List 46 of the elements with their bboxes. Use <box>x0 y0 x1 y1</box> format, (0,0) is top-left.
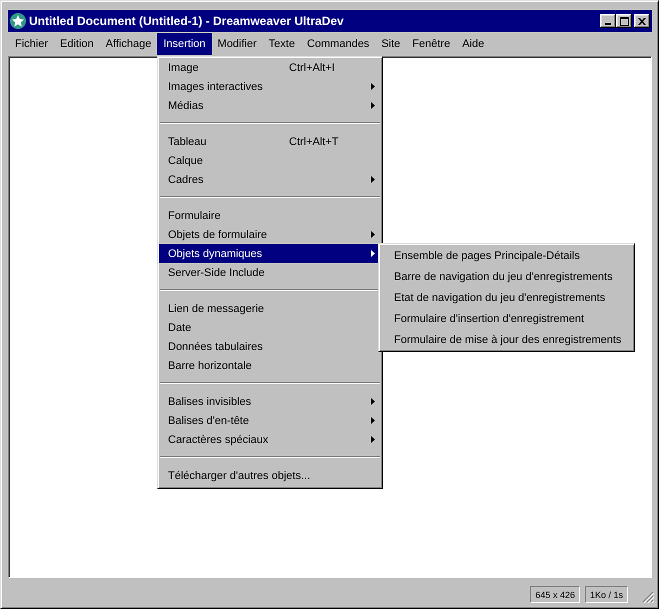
menu-item[interactable]: Balises d'en-tête <box>159 411 381 430</box>
maximize-button[interactable] <box>616 14 632 28</box>
menu-item[interactable]: Balises invisibles <box>159 392 381 411</box>
submenu-item[interactable]: Formulaire de mise à jour des enregistrements <box>380 329 634 350</box>
menu-bar-item[interactable]: Site <box>375 33 406 55</box>
menu-item[interactable]: Date <box>159 318 381 337</box>
menu-item[interactable]: Objets de formulaire <box>159 225 381 244</box>
minimize-button[interactable] <box>600 14 616 28</box>
menu-item[interactable]: Télécharger d'autres objets... <box>159 466 381 485</box>
menu-bar-item[interactable]: Aide <box>456 33 490 55</box>
menu-bar-item[interactable]: Modifier <box>212 33 263 55</box>
minimize-icon <box>605 23 611 25</box>
menu-bar-item[interactable]: Edition <box>54 33 100 55</box>
submenu-item[interactable]: Barre de navigation du jeu d'enregistrements <box>380 266 634 287</box>
menu-item[interactable]: Images interactives <box>159 77 381 96</box>
menu-item[interactable]: Objets dynamiques <box>159 244 381 263</box>
menu-item[interactable]: Server-Side Include <box>159 263 381 282</box>
menu-bar-item[interactable]: Fenêtre <box>406 33 456 55</box>
menu-item[interactable]: Calque <box>159 151 381 170</box>
menu-item[interactable]: Lien de messagerie <box>159 299 381 318</box>
menu-item[interactable]: Données tabulaires <box>159 337 381 356</box>
menu-bar-item[interactable]: Commandes <box>300 33 376 55</box>
close-icon <box>638 18 646 24</box>
window-size-indicator: 645 x 426 <box>530 586 580 603</box>
window-title: Untitled Document (Untitled-1) - Dreamweaver UltraDev <box>29 14 345 28</box>
download-time-indicator: 1Ko / 1s <box>584 586 628 603</box>
submenu-item[interactable]: Ensemble de pages Principale-Détails <box>380 245 634 266</box>
menu-bar-item[interactable]: Insertion <box>157 33 212 55</box>
menu-item[interactable]: Caractères spéciaux <box>159 430 381 449</box>
submenu-item[interactable]: Etat de navigation du jeu d'enregistrements <box>380 287 634 308</box>
shortcut-text: Ctrl+Alt+T <box>289 136 340 148</box>
menu-item[interactable]: Formulaire <box>159 206 381 225</box>
menu-item[interactable]: Médias <box>159 96 381 115</box>
menu-bar-item[interactable]: Fichier <box>9 33 54 55</box>
submenu-item[interactable]: Formulaire d'insertion d'enregistrement <box>380 308 634 329</box>
menu-item[interactable]: Tableau Ctrl+Alt+T <box>159 132 381 151</box>
menu-item[interactable]: Barre horizontale <box>159 356 381 375</box>
menu-bar-item[interactable]: Texte <box>262 33 301 55</box>
menu-bar-item[interactable]: Affichage <box>100 33 158 55</box>
maximize-icon <box>620 16 628 26</box>
logo-icon <box>10 13 26 29</box>
resize-grip-icon[interactable] <box>642 591 654 603</box>
menu-item[interactable]: Image Ctrl+Alt+I <box>159 58 381 77</box>
close-button[interactable] <box>634 14 650 28</box>
shortcut-text: Ctrl+Alt+I <box>289 62 336 74</box>
menu-item[interactable]: Cadres <box>159 170 381 189</box>
